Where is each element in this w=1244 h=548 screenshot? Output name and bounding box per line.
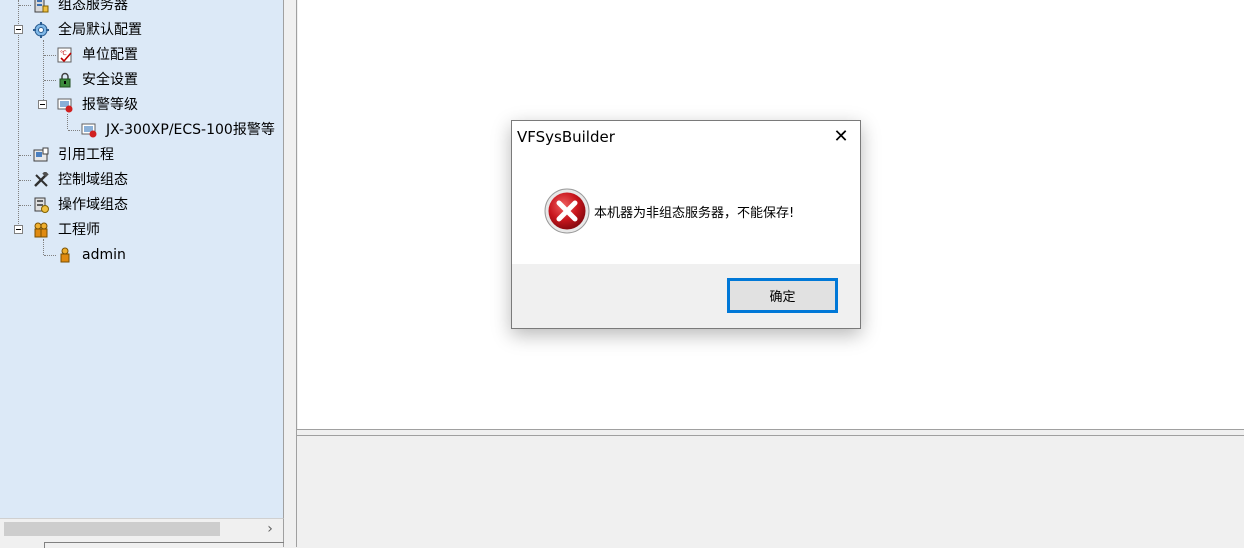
tree-item-alarm-level[interactable]: 报警等级 [0, 94, 283, 116]
gear-icon [33, 22, 49, 38]
ok-button[interactable]: 确定 [727, 278, 838, 313]
collapse-icon[interactable] [38, 100, 47, 109]
tree-item-jx300xp-alarm[interactable]: JX-300XP/ECS-100报警等 [0, 119, 283, 141]
tree-item-label: 控制域组态 [58, 172, 128, 188]
tree-item-label: 单位配置 [82, 47, 138, 63]
dialog-title: VFSysBuilder [517, 128, 615, 146]
unit-config-icon: ℃ [57, 47, 72, 63]
tree-item-label: 引用工程 [58, 147, 114, 163]
tree-item-unit-config[interactable]: ℃ 单位配置 [0, 44, 283, 66]
tree-item-control-domain[interactable]: 控制域组态 [0, 169, 283, 191]
lock-icon [59, 72, 71, 88]
engineers-icon [34, 222, 48, 238]
output-pane [298, 436, 1244, 547]
alarm-level-icon [57, 98, 73, 113]
user-icon [60, 247, 70, 263]
tree-item-label: 全局默认配置 [58, 22, 142, 38]
tree-item-config-server[interactable]: 组态服务器 [0, 0, 283, 16]
horizontal-splitter[interactable] [297, 429, 1244, 436]
tree-item-label: admin [82, 247, 126, 263]
tree-item-label: 操作域组态 [58, 197, 128, 213]
collapse-icon[interactable] [14, 25, 23, 34]
tree-item-operation-domain[interactable]: 操作域组态 [0, 194, 283, 216]
project-tree[interactable]: 组态服务器 全局默认配置 ℃ 单位配置 安全设置 报警等级 JX-300XP/E… [0, 0, 284, 518]
tools-icon [34, 172, 49, 187]
dialog-titlebar[interactable]: VFSysBuilder ✕ [512, 121, 860, 153]
tree-item-label: 工程师 [58, 222, 100, 238]
tree-item-label: JX-300XP/ECS-100报警等 [106, 122, 275, 138]
scrollbar-thumb[interactable] [4, 522, 220, 536]
dialog-body: 本机器为非组态服务器，不能保存! [512, 153, 860, 264]
error-icon [544, 188, 590, 234]
tree-item-reference-project[interactable]: 引用工程 [0, 144, 283, 166]
tree-bottom-strip [0, 539, 285, 548]
collapse-icon[interactable] [14, 225, 23, 234]
tree-horizontal-scrollbar[interactable]: › [0, 518, 284, 539]
dialog-message: 本机器为非组态服务器，不能保存! [594, 206, 795, 221]
tree-item-global-defaults[interactable]: 全局默认配置 [0, 19, 283, 41]
vertical-splitter[interactable] [284, 0, 297, 547]
status-edge [44, 542, 285, 548]
dialog-footer: 确定 [512, 264, 860, 328]
reference-project-icon [33, 147, 49, 162]
close-icon[interactable]: ✕ [826, 123, 856, 151]
tree-item-label: 报警等级 [82, 97, 138, 113]
tree-item-engineers[interactable]: 工程师 [0, 219, 283, 241]
server-icon [34, 0, 49, 13]
tree-item-label: 安全设置 [82, 72, 138, 88]
error-dialog: VFSysBuilder ✕ 本机器为非组态服务器，不能保存! 确定 [511, 120, 861, 329]
alarm-item-icon [81, 123, 97, 138]
tree-item-label: 组态服务器 [58, 0, 128, 13]
tree-item-admin[interactable]: admin [0, 244, 283, 266]
operation-domain-icon [34, 197, 49, 213]
scroll-right-arrow-icon[interactable]: › [263, 519, 277, 539]
tree-item-security[interactable]: 安全设置 [0, 69, 283, 91]
svg-text:℃: ℃ [60, 50, 67, 57]
